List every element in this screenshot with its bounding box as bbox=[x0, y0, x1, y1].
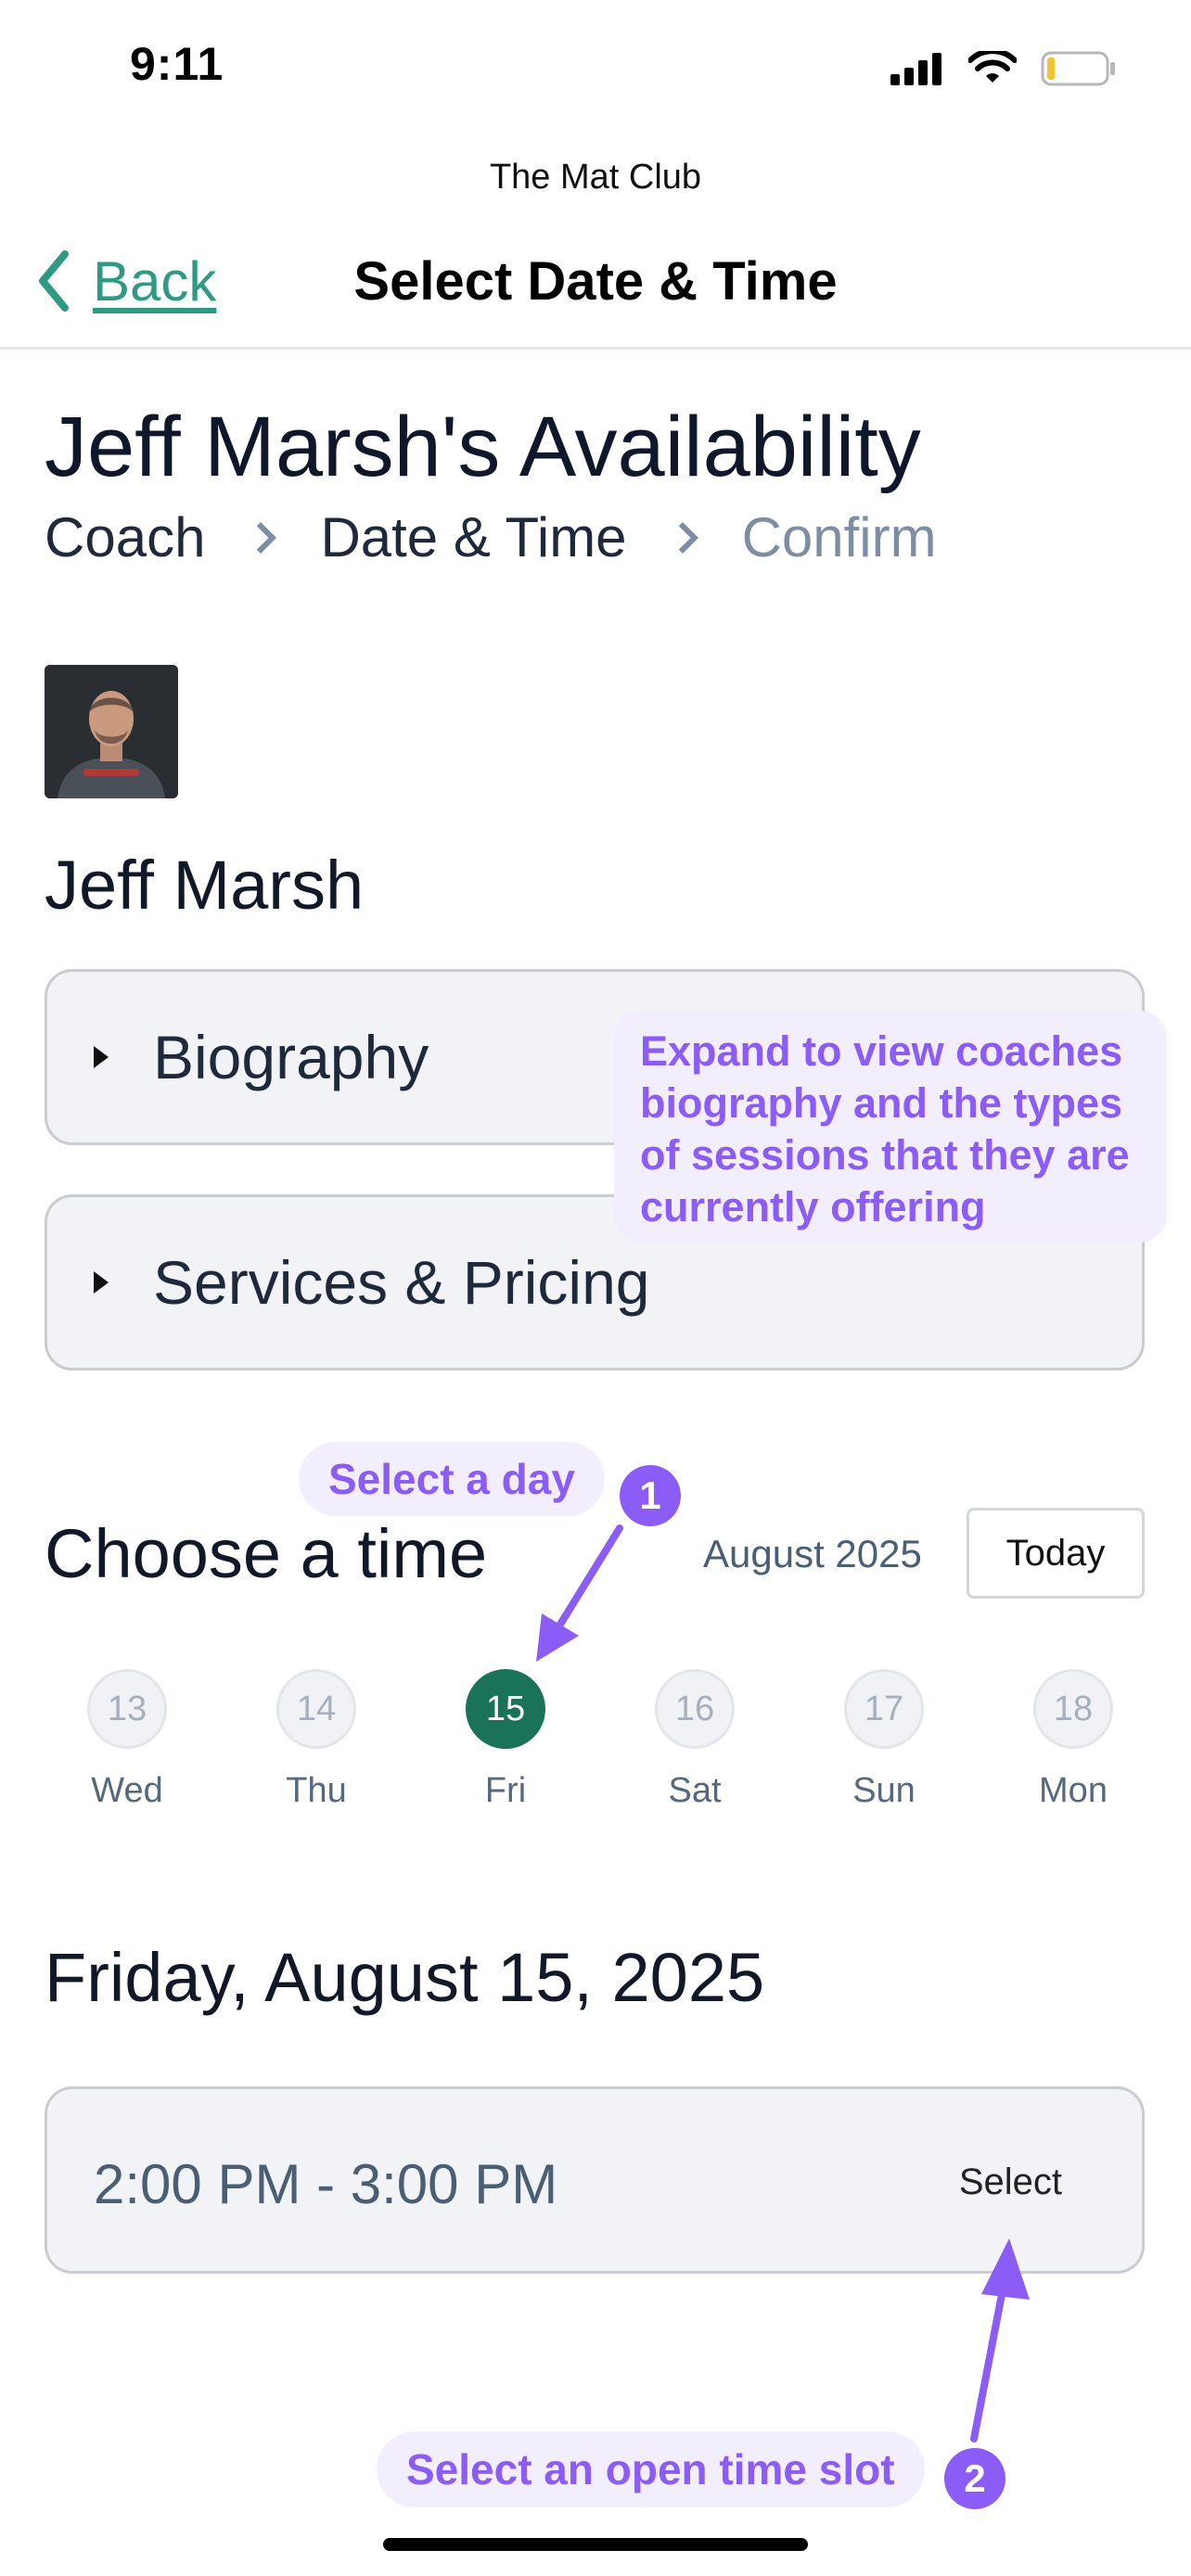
cellular-signal-icon bbox=[890, 53, 941, 85]
step-number-badge: 2 bbox=[944, 2448, 1005, 2509]
chevron-right-icon bbox=[666, 521, 698, 554]
battery-icon bbox=[1041, 51, 1115, 86]
arrow-to-slot-icon bbox=[970, 2238, 1030, 2442]
day-name: Wed bbox=[91, 1771, 163, 1810]
day-picker-item[interactable]: 17 Sun bbox=[789, 1669, 979, 1811]
day-picker-item[interactable]: 13 Wed bbox=[32, 1669, 222, 1811]
back-button[interactable]: Back bbox=[35, 249, 216, 313]
day-name: Fri bbox=[484, 1771, 527, 1810]
app-name: The Mat Club bbox=[489, 158, 702, 197]
breadcrumb-step-date-time: Date & Time bbox=[320, 506, 627, 568]
breadcrumb-step-coach[interactable]: Coach bbox=[45, 505, 205, 569]
breadcrumb: Coach Date & Time Confirm bbox=[45, 505, 937, 569]
day-name: Sun bbox=[852, 1771, 916, 1810]
day-name: Thu bbox=[286, 1771, 347, 1810]
breadcrumb-step-confirm: Confirm bbox=[741, 506, 937, 568]
day-name: Mon bbox=[1039, 1771, 1108, 1810]
disclosure-triangle-icon bbox=[94, 1046, 109, 1068]
time-slot-label: 2:00 PM - 3:00 PM bbox=[94, 2153, 558, 2215]
status-icons bbox=[890, 48, 1117, 89]
day-picker-item[interactable]: 16 Sat bbox=[600, 1669, 789, 1811]
day-number: 14 bbox=[276, 1669, 356, 1749]
coach-name: Jeff Marsh bbox=[45, 847, 365, 924]
day-picker-item[interactable]: 14 Thu bbox=[222, 1669, 411, 1811]
home-indicator[interactable] bbox=[383, 2538, 808, 2551]
select-slot-button[interactable]: Select bbox=[959, 2162, 1062, 2203]
select-slot-callout: Select an open time slot bbox=[377, 2431, 925, 2507]
day-number: 15 bbox=[466, 1669, 545, 1749]
avatar bbox=[45, 665, 178, 798]
nav-divider bbox=[0, 347, 1191, 350]
chevron-right-icon bbox=[245, 521, 277, 554]
wifi-icon bbox=[968, 51, 1017, 83]
today-button[interactable]: Today bbox=[967, 1508, 1145, 1599]
month-label: August 2025 bbox=[703, 1532, 922, 1575]
day-picker-item[interactable]: 18 Mon bbox=[979, 1669, 1168, 1811]
accordion-label: Services & Pricing bbox=[153, 1248, 650, 1317]
day-number: 18 bbox=[1033, 1669, 1113, 1749]
chevron-left-icon bbox=[39, 250, 69, 312]
arrow-to-day-icon bbox=[536, 1524, 623, 1662]
status-time: 9:11 bbox=[130, 38, 224, 90]
day-number: 16 bbox=[655, 1669, 735, 1749]
day-number: 17 bbox=[844, 1669, 924, 1749]
expand-callout: Expand to view coaches biography and the… bbox=[614, 1011, 1167, 1243]
selected-date-heading: Friday, August 15, 2025 bbox=[45, 1939, 765, 2016]
day-number: 13 bbox=[87, 1669, 167, 1749]
choose-time-heading: Choose a time bbox=[45, 1515, 488, 1592]
disclosure-triangle-icon bbox=[94, 1271, 109, 1294]
day-picker-item-selected[interactable]: 15 Fri bbox=[411, 1669, 600, 1811]
back-label[interactable]: Back bbox=[93, 249, 216, 313]
page-title: Jeff Marsh's Availability bbox=[45, 400, 921, 494]
day-name: Sat bbox=[668, 1771, 722, 1810]
accordion-label: Biography bbox=[153, 1023, 429, 1091]
select-day-callout: Select a day bbox=[299, 1442, 605, 1516]
step-number-badge: 1 bbox=[620, 1465, 681, 1526]
